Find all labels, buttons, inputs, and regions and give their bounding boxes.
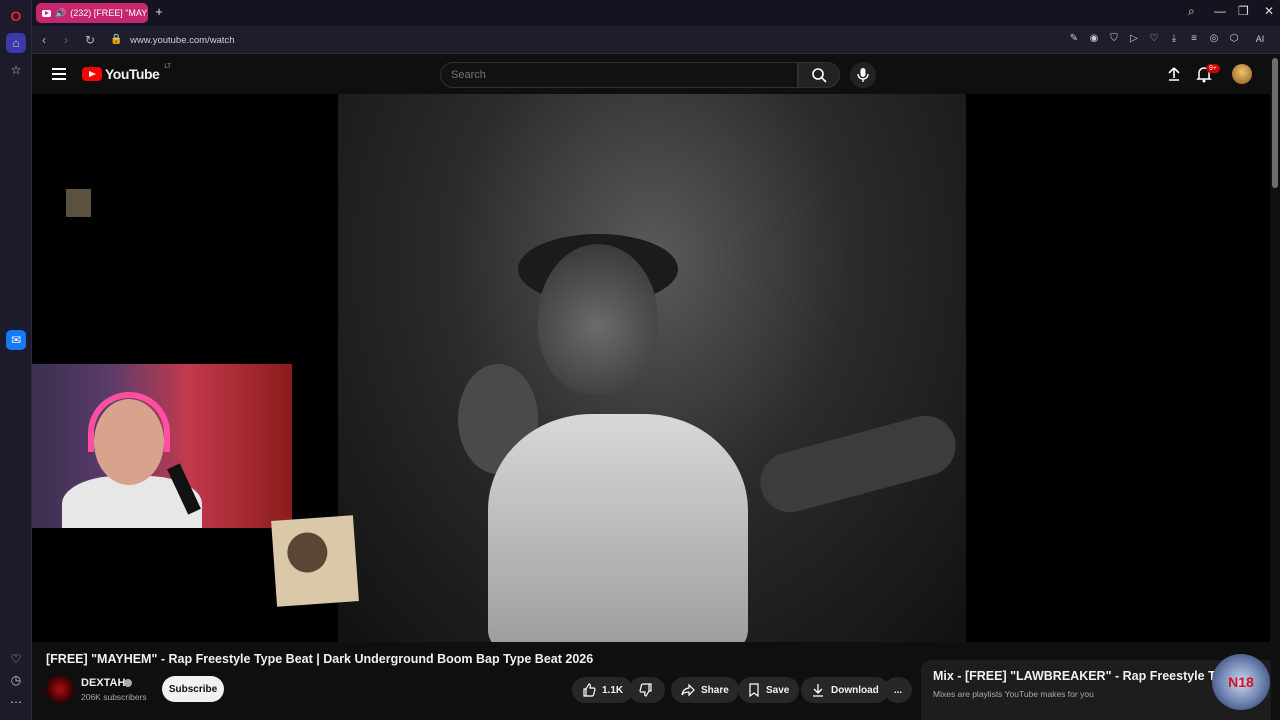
streamer-facecam xyxy=(32,364,292,528)
microphone-icon xyxy=(857,68,869,82)
download-label: Download xyxy=(831,684,879,696)
back-icon[interactable]: ‹ xyxy=(42,33,46,47)
share-label: Share xyxy=(701,684,729,696)
close-icon[interactable]: ✕ xyxy=(1264,4,1274,18)
youtube-header: YouTube LT 9+ xyxy=(32,54,1270,94)
heart-outline-icon[interactable]: ♡ xyxy=(1148,32,1160,46)
tab-title: (232) [FREE] "MAYHEM xyxy=(70,8,148,18)
figure-arm xyxy=(753,409,963,519)
figure-head xyxy=(538,244,658,394)
more-label: ... xyxy=(893,684,903,696)
notification-badge: 9+ xyxy=(1206,64,1220,73)
messenger-icon[interactable]: ✉ xyxy=(6,330,26,350)
like-count: 1.1K xyxy=(602,684,624,696)
more-actions-button[interactable]: ... xyxy=(884,677,912,703)
channel-avatar[interactable] xyxy=(46,675,74,703)
scrollbar[interactable] xyxy=(1272,58,1278,188)
lock-icon: 🔒 xyxy=(110,34,123,45)
account-avatar[interactable] xyxy=(1232,64,1252,84)
share-button[interactable]: Share xyxy=(671,677,739,703)
n18-badge-overlay: N18 xyxy=(1212,654,1270,710)
extensions-icon[interactable]: ⬡ xyxy=(1228,32,1240,46)
toolbar: ✎ ◉ ⛉ ▷ ♡ ⤓ ≡ ◎ ⬡ AI xyxy=(1068,32,1272,46)
cat-overlay-image xyxy=(271,515,359,607)
more-icon[interactable]: ⋯ xyxy=(6,692,26,712)
mini-thumbnail xyxy=(66,189,91,217)
forward-icon[interactable]: › xyxy=(64,33,68,47)
search-icon xyxy=(812,68,827,83)
youtube-logo[interactable]: YouTube LT xyxy=(82,64,171,82)
thumbs-up-icon xyxy=(583,683,596,697)
hamburger-menu-icon[interactable] xyxy=(52,68,66,80)
figure-tank-top xyxy=(488,414,748,642)
save-button[interactable]: Save xyxy=(738,677,800,703)
minimize-icon[interactable]: — xyxy=(1214,4,1226,18)
tab-bar: 🔊 (232) [FREE] "MAYHEM + ⌕ — ❐ ✕ xyxy=(32,0,1280,26)
channel-name[interactable]: DEXTAH xyxy=(81,677,125,689)
verified-icon xyxy=(124,679,132,687)
edit-icon[interactable]: ✎ xyxy=(1068,32,1080,46)
like-button[interactable]: 1.1K xyxy=(572,677,634,703)
tab-youtube[interactable]: 🔊 (232) [FREE] "MAYHEM xyxy=(36,3,148,23)
subscribe-button[interactable]: Subscribe xyxy=(162,676,224,702)
reload-icon[interactable]: ↻ xyxy=(85,33,95,47)
save-label: Save xyxy=(766,684,790,696)
ai-button[interactable]: AI xyxy=(1248,32,1272,46)
subscriber-count: 206K subscribers xyxy=(81,692,147,702)
download-arrow-icon xyxy=(813,684,823,697)
new-tab-button[interactable]: + xyxy=(152,5,166,19)
search-button[interactable] xyxy=(798,62,840,88)
youtube-favicon-icon xyxy=(42,9,51,17)
upload-icon[interactable] xyxy=(1166,66,1182,82)
search-tabs-icon[interactable]: ⌕ xyxy=(1188,4,1195,19)
heart-icon[interactable]: ♡ xyxy=(6,649,26,669)
n18-badge-text: N18 xyxy=(1228,674,1254,690)
headphones xyxy=(88,392,170,452)
share-icon xyxy=(681,683,695,697)
country-code: LT xyxy=(164,64,171,70)
voice-search-button[interactable] xyxy=(850,62,876,88)
history-icon[interactable]: ◷ xyxy=(6,670,26,690)
restore-icon[interactable]: ❐ xyxy=(1238,4,1249,18)
bookmark-icon xyxy=(749,683,759,697)
video-player[interactable] xyxy=(32,94,1270,642)
camera-icon[interactable]: ◉ xyxy=(1088,32,1100,46)
star-icon[interactable]: ☆ xyxy=(6,60,26,80)
thumbs-down-icon xyxy=(639,683,652,697)
download-button[interactable]: Download xyxy=(801,677,889,703)
shield-icon[interactable]: ⛉ xyxy=(1108,32,1120,46)
mix-subtitle: Mixes are playlists YouTube makes for yo… xyxy=(933,689,1094,699)
profile-icon[interactable]: ◎ xyxy=(1208,32,1220,46)
home-icon[interactable]: ⌂ xyxy=(6,33,26,53)
search-input[interactable] xyxy=(440,62,798,88)
play-icon[interactable]: ▷ xyxy=(1128,32,1140,46)
youtube-wordmark: YouTube xyxy=(105,66,160,82)
opera-logo-icon[interactable]: O xyxy=(6,6,26,26)
speaker-icon: 🔊 xyxy=(55,7,67,18)
address-bar: ‹ › ↻ 🔒 www.youtube.com/watch ✎ ◉ ⛉ ▷ ♡ … xyxy=(32,26,1280,54)
mix-title: Mix - [FREE] "LAWBREAKER" - Rap Freestyl… xyxy=(933,669,1223,683)
opera-sidebar: O ⌂ ☆ ✉ ♡ ◷ ⋯ xyxy=(0,0,32,720)
menu-icon[interactable]: ≡ xyxy=(1188,32,1200,46)
video-frame xyxy=(338,94,966,642)
dislike-button[interactable] xyxy=(629,677,665,703)
download-icon[interactable]: ⤓ xyxy=(1168,32,1180,46)
url-field[interactable]: www.youtube.com/watch xyxy=(130,35,235,46)
youtube-play-icon xyxy=(82,67,102,81)
video-title: [FREE] "MAYHEM" - Rap Freestyle Type Bea… xyxy=(46,652,594,666)
